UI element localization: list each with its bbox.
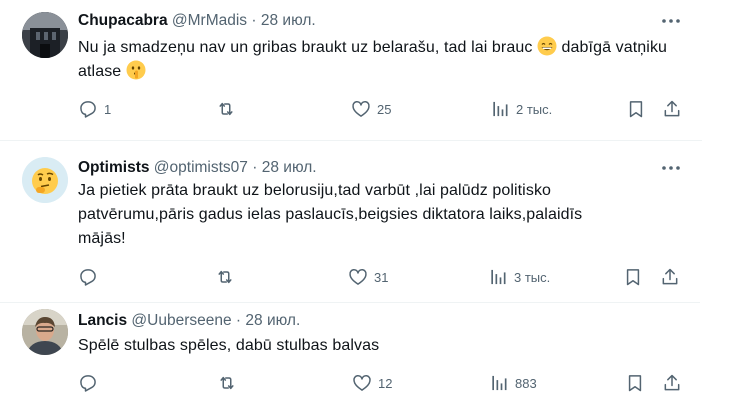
tweet: Optimists @optimists07 · 28 июл. Ja piet… (0, 150, 700, 295)
bookmark-button[interactable] (625, 372, 645, 394)
tweet-date[interactable]: 28 июл. (261, 12, 316, 29)
share-icon (664, 374, 680, 391)
views-button[interactable]: 883 (489, 372, 537, 394)
tweet-header: Lancis @Uuberseene · 28 июл. (78, 311, 300, 331)
tweet-text-part: Nu ja smadzeņu nav un gribas braukt uz b… (78, 39, 538, 56)
views-icon (492, 375, 507, 391)
repost-icon (219, 102, 233, 116)
repost-icon (218, 270, 232, 284)
user-handle[interactable]: @MrMadis (172, 12, 247, 29)
tweet: Lancis @Uuberseene · 28 июл. Spēlē stulb… (0, 303, 700, 419)
repost-button[interactable] (215, 266, 241, 288)
more-options-button[interactable] (660, 158, 682, 178)
like-count: 25 (377, 101, 392, 117)
separator-dot: · (251, 12, 257, 29)
tweet-date[interactable]: 28 июл. (262, 159, 317, 176)
like-button[interactable]: 25 (351, 98, 391, 120)
views-count: 883 (515, 375, 537, 391)
more-icon (662, 19, 680, 23)
share-button[interactable] (662, 98, 682, 120)
divider (0, 140, 702, 141)
bookmark-icon (626, 269, 640, 286)
share-icon (664, 100, 680, 117)
repost-button[interactable] (216, 98, 242, 120)
separator-dot: · (235, 312, 242, 329)
heart-icon (349, 269, 367, 285)
tweet-actions: 1 25 2 тыс. (78, 98, 688, 120)
avatar[interactable] (22, 12, 68, 58)
display-name[interactable]: Optimists (78, 159, 149, 176)
share-icon (662, 268, 678, 285)
tweet-text: Ja pietiek prāta braukt uz belorusiju,ta… (78, 182, 583, 247)
repost-button[interactable] (217, 372, 243, 394)
like-button[interactable]: 12 (352, 372, 392, 394)
repost-icon (220, 376, 234, 390)
tweet-header: Optimists @optimists07 · 28 июл. (78, 158, 317, 178)
display-name[interactable]: Lancis (78, 312, 127, 329)
separator-dot: · (252, 159, 258, 176)
reply-button[interactable] (78, 266, 104, 288)
reply-button[interactable]: 1 (78, 98, 111, 120)
views-icon (491, 269, 506, 285)
tweet-text: Spēlē stulbas spēles, dabū stulbas balva… (78, 337, 380, 354)
avatar[interactable] (22, 157, 68, 203)
heart-icon (352, 101, 370, 117)
tweet-actions: 31 3 тыс. (78, 266, 688, 288)
user-handle[interactable]: @optimists07 (154, 159, 248, 176)
bookmark-button[interactable] (626, 98, 646, 120)
share-button[interactable] (662, 372, 682, 394)
reply-icon (80, 269, 96, 286)
share-button[interactable] (660, 266, 680, 288)
reply-icon (80, 101, 96, 118)
views-count: 3 тыс. (514, 269, 551, 285)
tweet-actions: 12 883 (78, 372, 688, 394)
more-icon (662, 166, 680, 170)
bookmark-icon (629, 101, 643, 118)
views-icon (493, 101, 508, 117)
tweet-header: Chupacabra @MrMadis · 28 июл. (78, 11, 316, 31)
reply-button[interactable] (78, 372, 104, 394)
views-count: 2 тыс. (516, 101, 553, 117)
bookmark-button[interactable] (623, 266, 643, 288)
avatar[interactable] (22, 309, 68, 355)
like-count: 12 (378, 375, 393, 391)
tweet-date[interactable]: 28 июл. (245, 312, 300, 329)
views-button[interactable]: 3 тыс. (488, 266, 550, 288)
grinning-face-emoji-icon (537, 36, 557, 56)
reply-count: 1 (104, 101, 112, 117)
bookmark-icon (628, 375, 642, 392)
reply-icon (80, 375, 96, 392)
heart-icon (353, 375, 371, 391)
display-name[interactable]: Chupacabra (78, 12, 168, 29)
like-count: 31 (374, 269, 389, 285)
user-handle[interactable]: @Uuberseene (131, 312, 231, 329)
tweet: Chupacabra @MrMadis · 28 июл. Nu ja smad… (0, 0, 700, 140)
more-options-button[interactable] (660, 11, 682, 31)
shushing-face-emoji-icon (126, 60, 146, 80)
tweet-text: Nu ja smadzeņu nav un gribas braukt uz b… (78, 36, 688, 84)
views-button[interactable]: 2 тыс. (490, 98, 552, 120)
like-button[interactable]: 31 (348, 266, 388, 288)
